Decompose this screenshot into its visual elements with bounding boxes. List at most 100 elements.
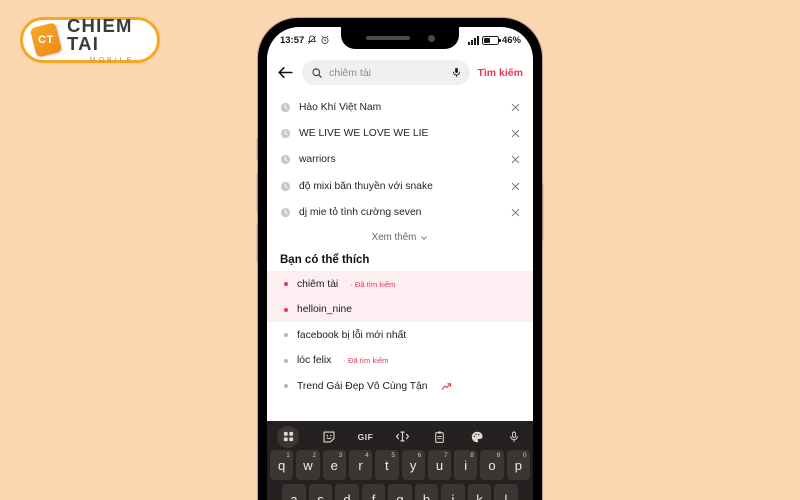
key-label: w (303, 457, 313, 473)
palette-icon[interactable] (469, 429, 484, 444)
phone-mockup: 13:57 46% chiêm tài Tìm kiếm Hào Khí Việ… (256, 18, 544, 500)
suggestion-row[interactable]: helloin_nine (267, 296, 533, 323)
key-label: k (476, 491, 483, 500)
front-camera-icon (427, 34, 435, 42)
key-num: 4 (365, 452, 369, 459)
logo-brand-name: CHIEM TAI (67, 14, 133, 54)
history-row[interactable]: độ mixi bắn thuyền với snake (267, 173, 533, 199)
suggestion-row[interactable]: chiêm tài · Đã tìm kiếm (267, 271, 533, 297)
trending-up-icon (441, 382, 451, 390)
key-num: 1 (286, 452, 290, 459)
key-d[interactable]: d (335, 484, 359, 500)
close-icon[interactable] (510, 181, 521, 192)
see-more-button[interactable]: Xem thêm (267, 225, 533, 250)
key-num: 0 (522, 452, 527, 459)
phone-screen: 13:57 46% chiêm tài Tìm kiếm Hào Khí Việ… (267, 27, 533, 500)
logo-badge-icon: CT (29, 22, 63, 58)
bullet-icon (284, 333, 288, 338)
phone-side-button (256, 138, 259, 160)
key-label: t (385, 457, 389, 473)
history-item-label: warriors (299, 154, 336, 166)
suggestion-label: chiêm tài (297, 278, 339, 290)
key-label: i (464, 457, 468, 473)
key-u[interactable]: 7u (427, 450, 452, 480)
search-bar: chiêm tài Tìm kiếm (267, 53, 533, 92)
history-row[interactable]: warriors (267, 147, 533, 173)
search-history-list: Hào Khí Việt Nam WE LIVE WE LOVE WE LIE (267, 92, 533, 225)
microphone-icon[interactable] (506, 429, 521, 444)
on-screen-keyboard: GIF 1 q 2 w 3 e 4 r 5 t 6 y 7 u 8 i 9 o … (267, 421, 533, 500)
text-cursor-icon[interactable] (395, 429, 410, 444)
see-more-label: Xem thêm (371, 232, 417, 244)
suggestion-row[interactable]: facebook bị lỗi mới nhất (267, 322, 533, 348)
key-label: a (290, 491, 298, 500)
sticker-face-icon[interactable] (321, 429, 336, 444)
watermark-logo: CT CHIEM TAI MOBILE (20, 14, 160, 64)
key-y[interactable]: 6y (401, 450, 425, 480)
key-p[interactable]: 0p (506, 450, 530, 480)
key-f[interactable]: f (361, 484, 386, 500)
gif-icon[interactable]: GIF (358, 429, 373, 444)
search-submit-button[interactable]: Tìm kiếm (477, 67, 523, 79)
key-t[interactable]: 5t (375, 450, 399, 480)
close-icon[interactable] (510, 128, 521, 139)
key-label: h (422, 491, 431, 500)
key-w[interactable]: 2w (296, 450, 320, 480)
phone-volume-up-button (256, 173, 259, 213)
phone-notch (341, 27, 459, 49)
suggestions-title: Bạn có thể thích (280, 254, 370, 267)
bullet-icon (284, 358, 288, 363)
key-j[interactable]: j (441, 484, 465, 500)
key-label: u (435, 457, 444, 473)
clock-icon (280, 128, 291, 139)
key-num: 6 (417, 452, 422, 459)
history-row[interactable]: Hào Khí Việt Nam (267, 94, 533, 120)
clock-icon (280, 102, 291, 112)
key-e[interactable]: 3e (322, 450, 346, 480)
close-icon[interactable] (510, 154, 521, 165)
key-label: j (451, 491, 455, 500)
mute-bell-icon (308, 35, 317, 45)
key-label: s (317, 491, 324, 500)
key-a[interactable]: a (282, 484, 306, 500)
key-label: q (278, 457, 286, 473)
key-h[interactable]: h (414, 484, 439, 500)
close-icon[interactable] (510, 207, 521, 218)
clipboard-icon[interactable] (432, 429, 447, 444)
suggestion-label: lóc felix (297, 355, 332, 367)
close-icon[interactable] (510, 102, 521, 113)
suggestion-row[interactable]: lóc felix · Đã tìm kiếm (267, 348, 533, 374)
key-g[interactable]: g (388, 484, 412, 500)
suggestion-tag: · Đã tìm kiếm (350, 279, 396, 289)
key-l[interactable]: l (494, 484, 518, 500)
chevron-down-icon (421, 236, 428, 240)
earpiece-speaker-icon (365, 35, 410, 41)
suggestion-label: facebook bị lỗi mới nhất (297, 329, 407, 341)
history-item-label: WE LIVE WE LOVE WE LIE (299, 127, 429, 139)
key-s[interactable]: s (308, 484, 333, 500)
history-row[interactable]: WE LIVE WE LOVE WE LIE (267, 120, 533, 146)
key-i[interactable]: 8i (454, 450, 478, 480)
key-r[interactable]: 4r (348, 450, 373, 480)
suggestion-tag: · Đã tìm kiếm (343, 356, 389, 366)
key-label: r (358, 457, 363, 473)
keyboard-toolbar: GIF (270, 425, 530, 450)
back-arrow-icon[interactable] (276, 63, 295, 82)
key-o[interactable]: 9o (480, 450, 504, 480)
clock-icon (280, 207, 291, 217)
key-q[interactable]: 1q (270, 450, 294, 480)
suggestion-label: Trend Gái Đẹp Vô Cùng Tận (297, 380, 428, 392)
key-label: g (396, 491, 404, 500)
key-label: d (343, 491, 351, 500)
battery-level-label: 46% (501, 34, 521, 46)
search-input[interactable]: chiêm tài (302, 60, 471, 85)
microphone-icon[interactable] (451, 66, 462, 79)
key-label: o (488, 457, 496, 473)
suggestion-row[interactable]: Trend Gái Đẹp Vô Cùng Tận (267, 373, 533, 399)
logo-tagline: MOBILE (89, 56, 135, 64)
key-k[interactable]: k (467, 484, 492, 500)
keyboard-row-1: 1q 2w 3e 4r 5t 6y 7u 8i 9o 0p (270, 450, 530, 480)
bullet-icon (284, 307, 288, 312)
apps-grid-icon[interactable] (277, 425, 299, 448)
history-row[interactable]: dj mie tỏ tình cường seven (267, 199, 533, 225)
